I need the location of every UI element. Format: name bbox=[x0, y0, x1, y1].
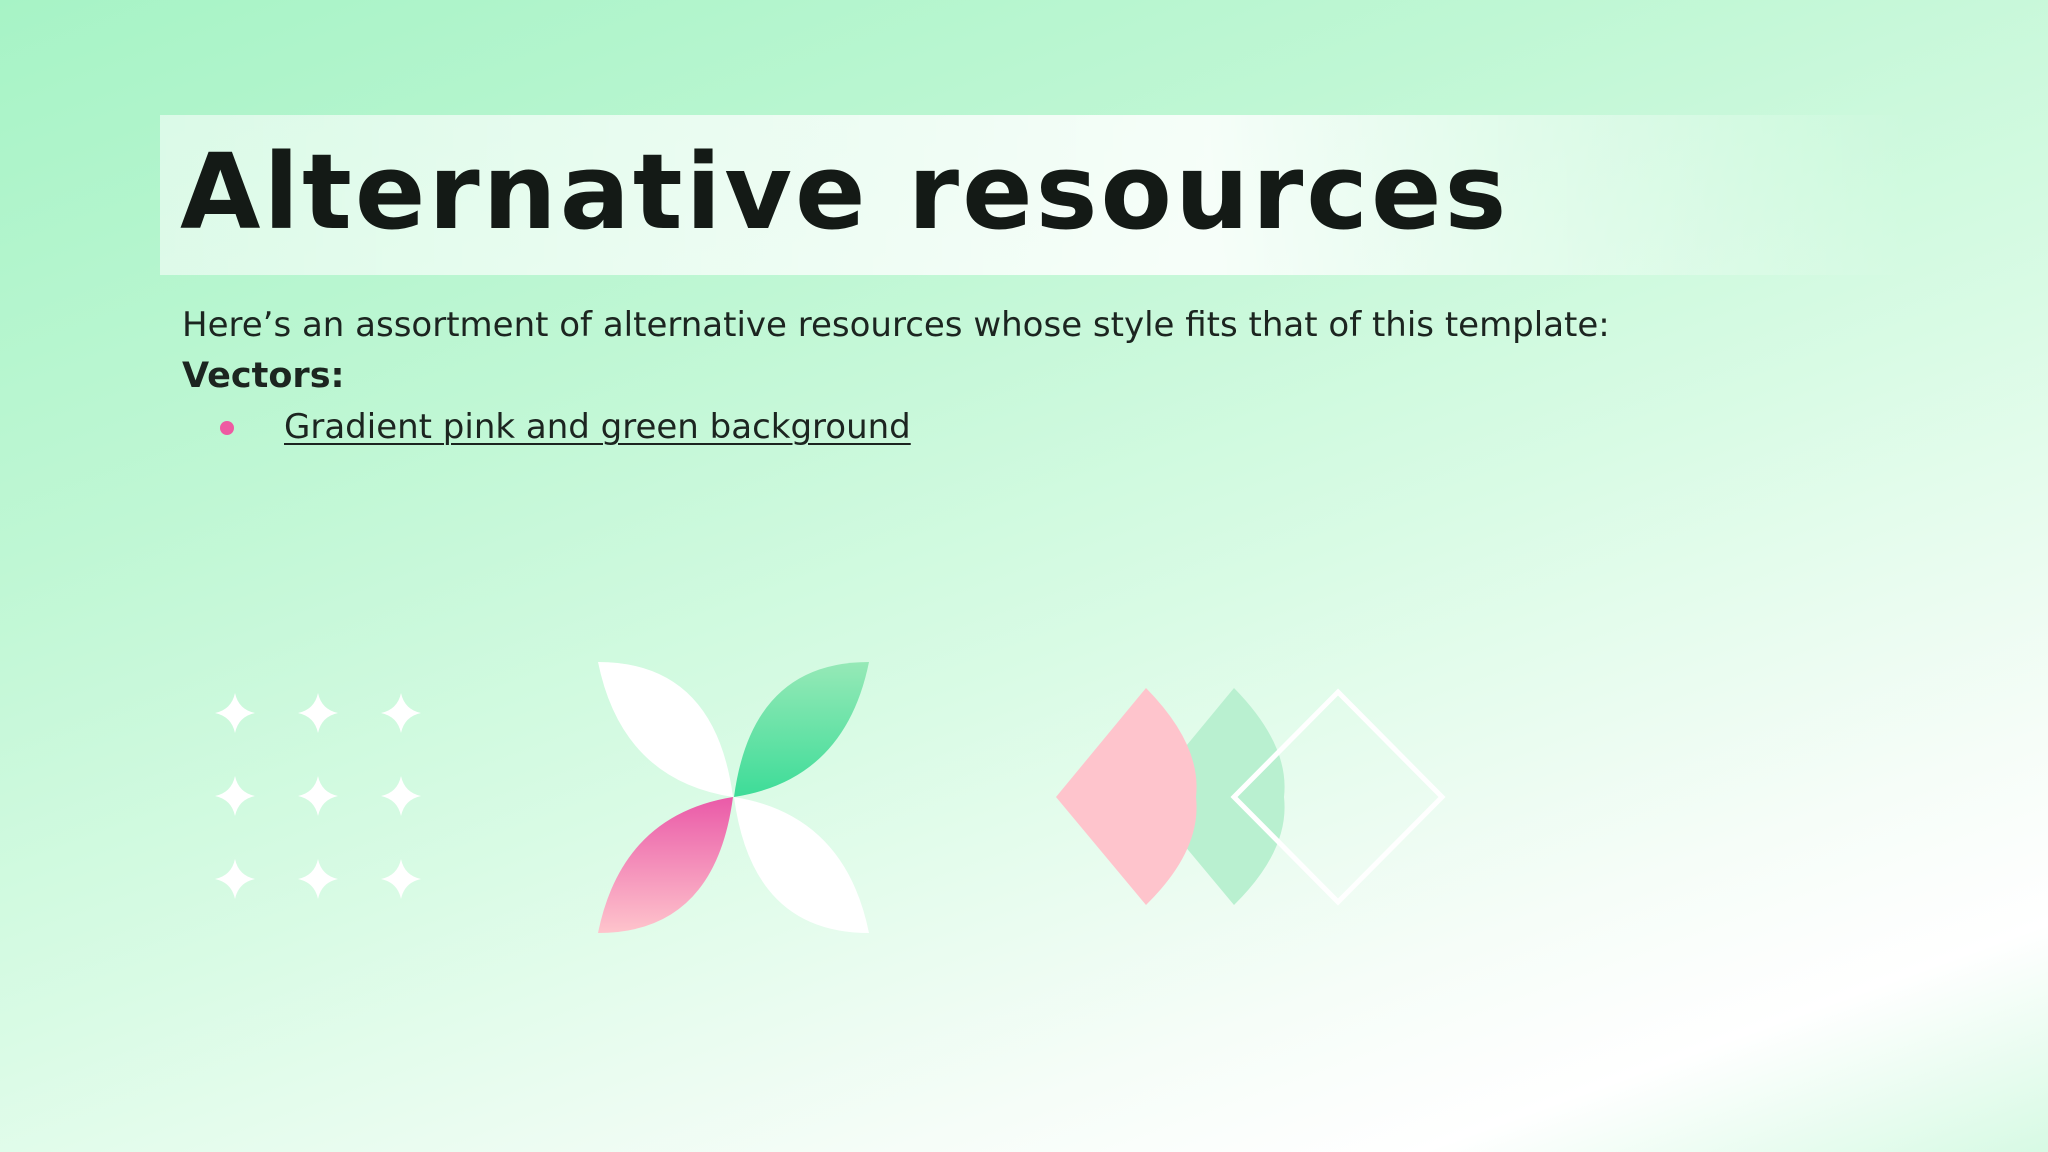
petal-white-top bbox=[598, 662, 733, 797]
sparkle-icon bbox=[215, 859, 255, 899]
petal-green bbox=[734, 662, 869, 797]
decorations bbox=[215, 662, 1446, 933]
sparkle-icon bbox=[298, 776, 338, 816]
diamond-shapes-icon bbox=[1056, 688, 1446, 906]
sparkle-grid bbox=[215, 693, 421, 899]
petal-pink bbox=[598, 797, 733, 933]
petal-flower-icon bbox=[598, 662, 869, 933]
sparkle-icon bbox=[381, 776, 421, 816]
pink-rounded-diamond bbox=[1056, 688, 1197, 905]
sparkle-icon bbox=[215, 693, 255, 733]
sparkle-icon bbox=[215, 776, 255, 816]
sparkle-icon bbox=[298, 859, 338, 899]
petal-white-bottom bbox=[734, 797, 869, 933]
sparkle-icon bbox=[381, 859, 421, 899]
sparkle-icon bbox=[381, 693, 421, 733]
sparkle-icon bbox=[298, 693, 338, 733]
slide: Alternative resources Here’s an assortme… bbox=[0, 0, 2048, 1152]
